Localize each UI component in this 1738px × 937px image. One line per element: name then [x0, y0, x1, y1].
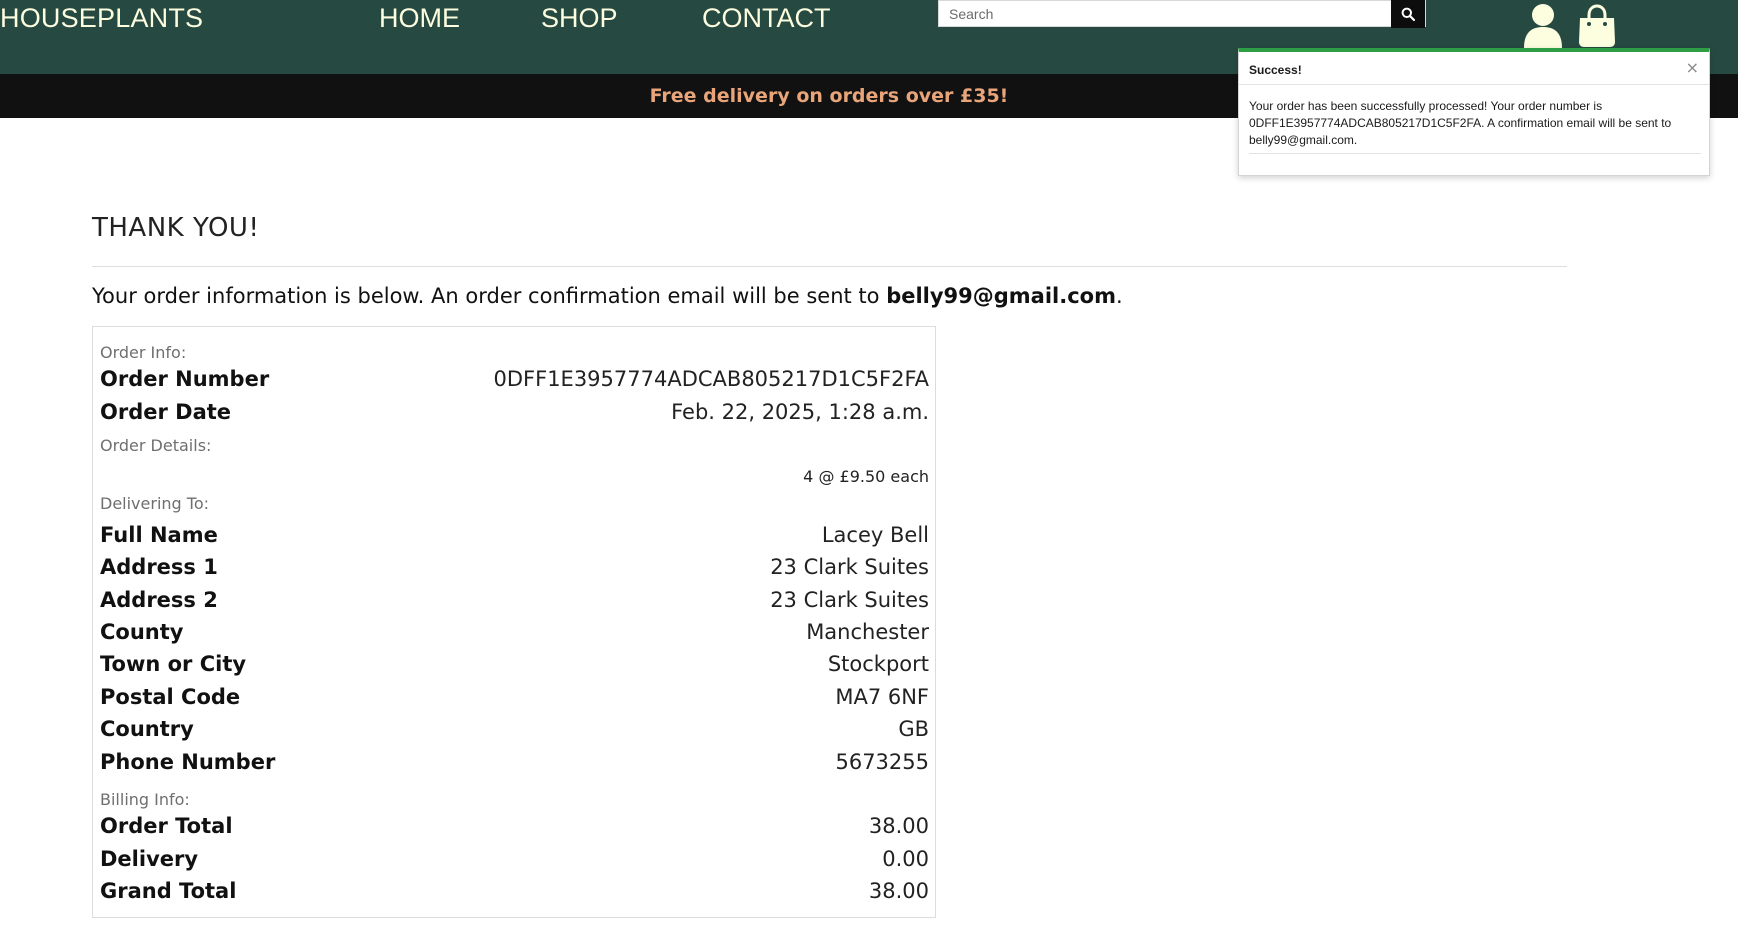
- order-total-value: 38.00: [868, 814, 929, 838]
- toast-footer-divider: [1249, 153, 1701, 154]
- county-value: Manchester: [806, 620, 929, 644]
- intro-prefix: Your order information is below. An orde…: [92, 284, 887, 308]
- order-line-item: 4 @ £9.50 each: [803, 467, 929, 486]
- delivery-cost-label: Delivery: [100, 847, 199, 871]
- title-divider: [92, 266, 1567, 267]
- intro-suffix: .: [1116, 284, 1123, 308]
- full-name-value: Lacey Bell: [821, 523, 929, 547]
- address2-label: Address 2: [100, 588, 218, 612]
- order-number-label: Order Number: [100, 367, 270, 391]
- order-details-label: Order Details:: [100, 436, 212, 455]
- address2-value: 23 Clark Suites: [770, 588, 929, 612]
- county-label: County: [100, 620, 184, 644]
- full-name-label: Full Name: [100, 523, 218, 547]
- postal-code-label: Postal Code: [100, 685, 241, 709]
- success-toast: Success! × Your order has been successfu…: [1238, 48, 1710, 176]
- nav-contact-link[interactable]: CONTACT: [702, 0, 831, 36]
- phone-label: Phone Number: [100, 750, 276, 774]
- page-title: THANK YOU!: [92, 213, 260, 243]
- brand-logo[interactable]: HOUSEPLANTS: [0, 0, 203, 36]
- postal-code-value: MA7 6NF: [835, 685, 929, 709]
- grand-total-value: 38.00: [868, 879, 929, 903]
- search-input[interactable]: [939, 1, 1391, 26]
- address1-label: Address 1: [100, 555, 218, 579]
- search-button[interactable]: [1391, 0, 1425, 28]
- toast-close-button[interactable]: ×: [1686, 58, 1699, 77]
- order-number-value: 0DFF1E3957774ADCAB805217D1C5F2FA: [493, 367, 930, 391]
- intro-email: belly99@gmail.com: [886, 284, 1116, 308]
- nav-home-link[interactable]: HOME: [379, 0, 460, 36]
- town-value: Stockport: [827, 652, 929, 676]
- search-bar: [938, 0, 1426, 28]
- order-intro-text: Your order information is below. An orde…: [92, 284, 1123, 308]
- delivery-cost-value: 0.00: [882, 847, 929, 871]
- order-summary-box: Order Info: Order Number 0DFF1E3957774AD…: [92, 326, 936, 918]
- search-icon: [1401, 7, 1415, 21]
- toast-divider: [1239, 84, 1709, 85]
- shopping-bag-icon: [1579, 4, 1615, 47]
- order-date-label: Order Date: [100, 400, 232, 424]
- town-label: Town or City: [100, 652, 247, 676]
- address1-value: 23 Clark Suites: [770, 555, 929, 579]
- toast-title: Success!: [1249, 63, 1302, 77]
- user-icon: [1524, 4, 1562, 48]
- nav-shop-link[interactable]: SHOP: [541, 0, 618, 36]
- phone-value: 5673255: [835, 750, 929, 774]
- account-button[interactable]: [1522, 2, 1564, 52]
- order-total-label: Order Total: [100, 814, 233, 838]
- order-info-label: Order Info:: [100, 343, 187, 362]
- toast-message: Your order has been successfully process…: [1249, 99, 1672, 147]
- country-label: Country: [100, 717, 194, 741]
- grand-total-label: Grand Total: [100, 879, 237, 903]
- delivering-to-label: Delivering To:: [100, 494, 210, 513]
- billing-info-label: Billing Info:: [100, 790, 190, 809]
- country-value: GB: [898, 717, 929, 741]
- shopping-bag-button[interactable]: [1577, 4, 1617, 52]
- order-date-value: Feb. 22, 2025, 1:28 a.m.: [671, 400, 929, 424]
